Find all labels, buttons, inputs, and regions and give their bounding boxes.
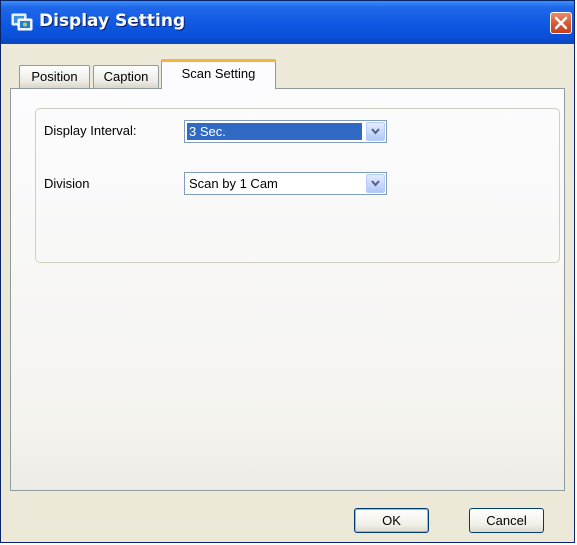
close-button[interactable] [550, 12, 572, 34]
tab-scan-setting[interactable]: Scan Setting [161, 59, 276, 89]
close-icon [554, 16, 568, 30]
display-interval-value: 3 Sec. [187, 123, 362, 140]
division-value: Scan by 1 Cam [189, 176, 278, 191]
chevron-down-icon [371, 180, 380, 187]
division-combo[interactable]: Scan by 1 Cam [184, 172, 387, 195]
display-interval-label: Display Interval: [44, 123, 137, 138]
display-interval-combo[interactable]: 3 Sec. [184, 120, 387, 143]
division-dropdown-button[interactable] [366, 174, 385, 193]
title-bar[interactable]: Display Setting [1, 1, 574, 44]
scan-setting-panel: Display Interval: 3 Sec. Division Scan b… [10, 88, 565, 491]
scan-settings-group: Display Interval: 3 Sec. Division Scan b… [35, 108, 560, 263]
cancel-button[interactable]: Cancel [469, 508, 544, 533]
ok-button[interactable]: OK [354, 508, 429, 533]
tab-position[interactable]: Position [19, 65, 90, 88]
division-label: Division [44, 176, 90, 191]
tab-caption[interactable]: Caption [93, 65, 159, 88]
app-icon [11, 11, 33, 33]
display-interval-dropdown-button[interactable] [366, 122, 385, 141]
display-setting-dialog: Display Setting Position Caption Scan Se… [0, 0, 575, 543]
chevron-down-icon [371, 128, 380, 135]
dialog-title: Display Setting [39, 11, 186, 31]
